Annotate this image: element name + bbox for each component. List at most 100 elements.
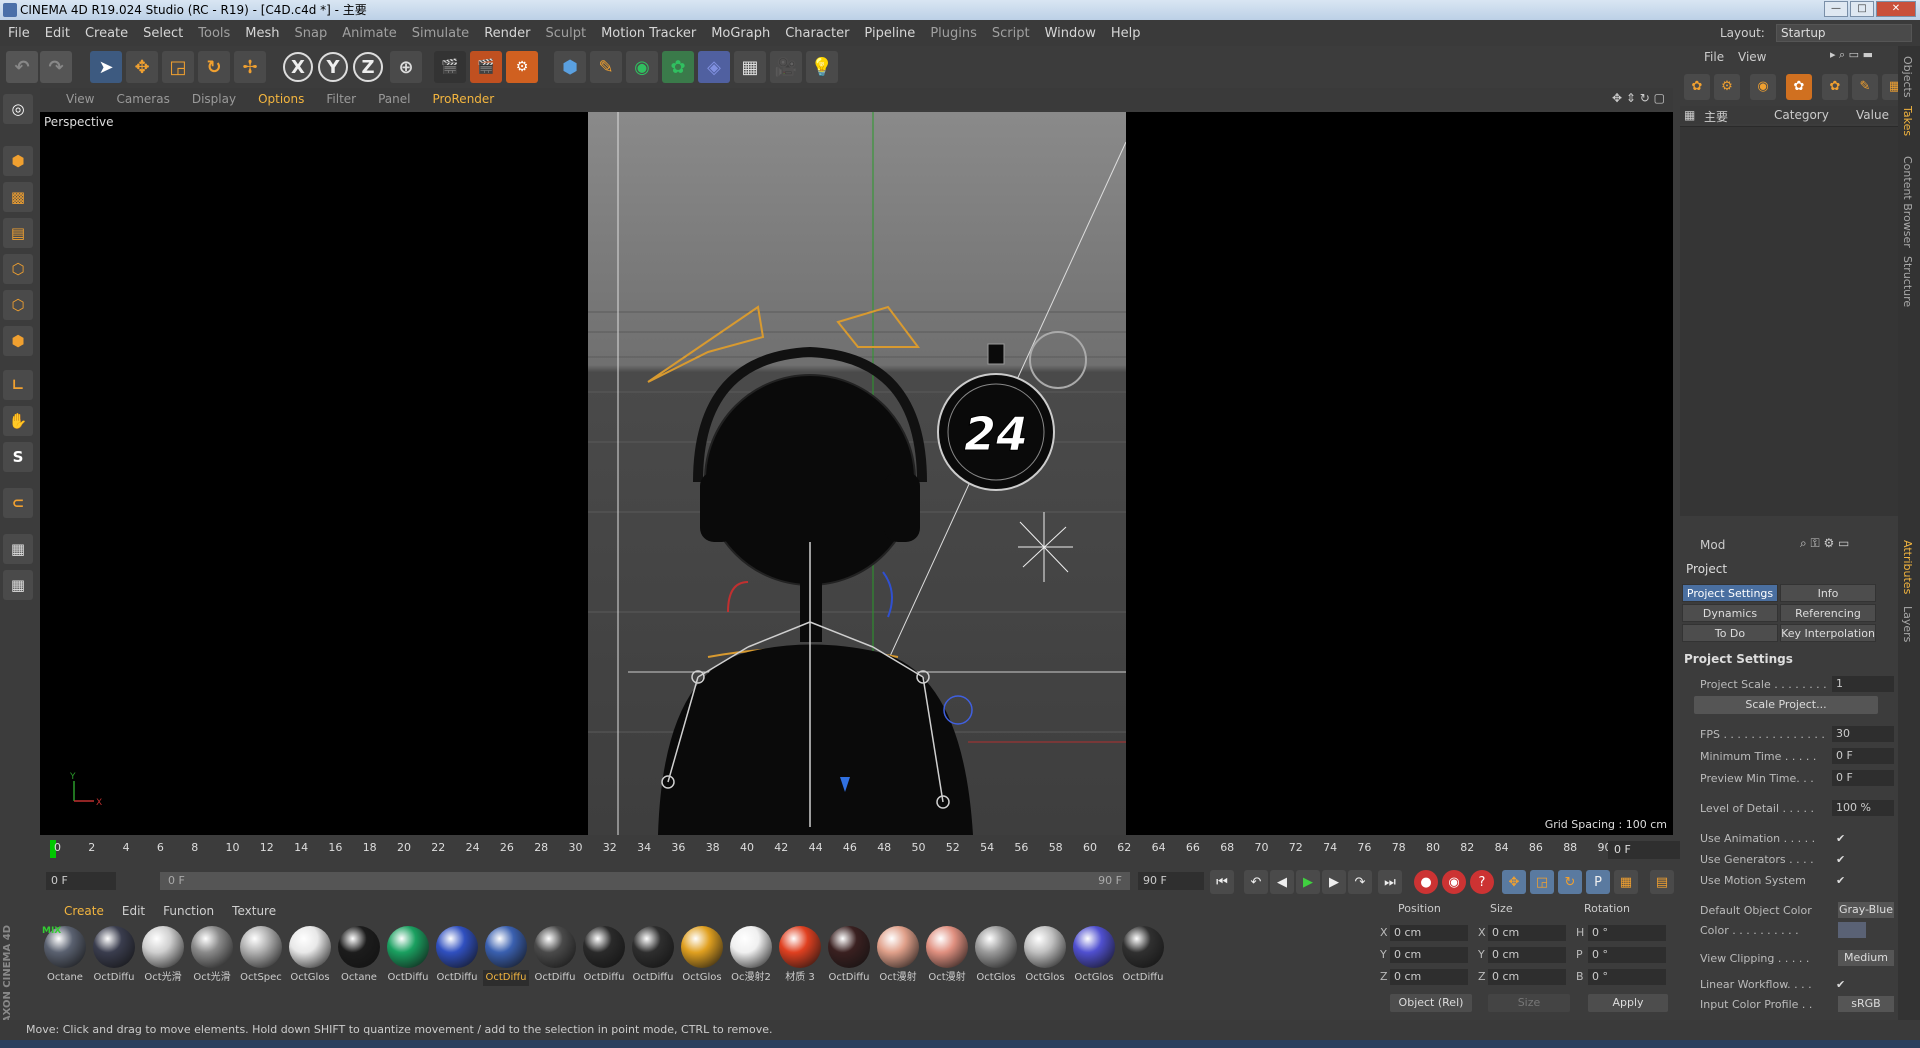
- rotate-icon[interactable]: ↻: [198, 51, 230, 83]
- material-swatch[interactable]: Oc漫射2: [728, 926, 774, 990]
- side-tab-layers[interactable]: Layers: [1901, 606, 1914, 642]
- scale-project-button[interactable]: Scale Project...: [1694, 696, 1878, 714]
- menu-pipeline[interactable]: Pipeline: [864, 26, 915, 41]
- menu-motion-tracker[interactable]: Motion Tracker: [601, 26, 696, 41]
- timeline-icon[interactable]: ▤: [1650, 870, 1674, 894]
- workplane-lock-icon[interactable]: ▦: [3, 534, 33, 564]
- material-swatch[interactable]: Octane MIX: [42, 926, 88, 990]
- z-axis-lock-icon[interactable]: Z: [353, 52, 383, 82]
- viewport-perspective[interactable]: 24 Perspective Y X Grid Spacing : 100 cm: [40, 112, 1673, 835]
- menu-help[interactable]: Help: [1111, 26, 1141, 41]
- magnet-icon[interactable]: ⊂: [3, 488, 33, 518]
- object-list[interactable]: [1680, 126, 1898, 516]
- obj-col-category[interactable]: Category: [1774, 108, 1829, 122]
- select-cursor-icon[interactable]: ➤: [90, 51, 122, 83]
- obj-toolbar-icons[interactable]: ▸ ⌕ ▭ ▬: [1830, 48, 1873, 62]
- snap-icon[interactable]: S: [3, 442, 33, 472]
- tab-todo[interactable]: To Do: [1682, 624, 1778, 642]
- y-axis-lock-icon[interactable]: Y: [318, 52, 348, 82]
- side-tab-structure[interactable]: Structure: [1901, 256, 1914, 307]
- transform-icon[interactable]: ✢: [234, 51, 266, 83]
- coord-size-mode-dropdown[interactable]: Size: [1488, 994, 1570, 1012]
- menu-select[interactable]: Select: [143, 26, 183, 41]
- project-scale-field[interactable]: 1: [1832, 676, 1894, 692]
- vp-menu-view[interactable]: View: [66, 92, 94, 106]
- material-swatch[interactable]: Oct漫射: [875, 926, 921, 990]
- workplane-icon[interactable]: ▤: [3, 218, 33, 248]
- vp-menu-filter[interactable]: Filter: [326, 92, 356, 106]
- points-mode-icon[interactable]: ⬡: [3, 254, 33, 284]
- tab-dynamics[interactable]: Dynamics: [1682, 604, 1778, 622]
- attr-mode-menu[interactable]: Mod: [1700, 538, 1725, 552]
- next-frame-icon[interactable]: ▶: [1322, 870, 1346, 894]
- level-of-detail-field[interactable]: 100 %: [1832, 800, 1894, 816]
- preview-min-time-field[interactable]: 0 F: [1832, 770, 1894, 786]
- coord-apply-button[interactable]: Apply: [1588, 994, 1668, 1012]
- obj-icon-4[interactable]: ✿: [1786, 74, 1812, 100]
- obj-icon-5[interactable]: ✿: [1822, 74, 1848, 100]
- obj-icon-2[interactable]: ⚙: [1714, 74, 1740, 100]
- material-swatch[interactable]: OctDiffu: [483, 926, 529, 990]
- color-swatch[interactable]: [1838, 922, 1866, 938]
- material-swatch[interactable]: Octane: [336, 926, 382, 990]
- tweak-mode-icon[interactable]: ✋: [3, 406, 33, 436]
- menu-file[interactable]: File: [8, 26, 30, 41]
- menu-mograph[interactable]: MoGraph: [711, 26, 770, 41]
- record-icon[interactable]: ●: [1414, 870, 1438, 894]
- light-icon[interactable]: 💡: [806, 51, 838, 83]
- autokey-icon[interactable]: ◉: [1442, 870, 1466, 894]
- menu-script[interactable]: Script: [992, 26, 1030, 41]
- default-object-color-dropdown[interactable]: Gray-Blue: [1838, 902, 1894, 918]
- prev-frame-icon[interactable]: ◀: [1270, 870, 1294, 894]
- obj-icon-3[interactable]: ◉: [1750, 74, 1776, 100]
- coord-size-y[interactable]: 0 cm: [1488, 947, 1566, 963]
- subdivision-icon[interactable]: ◉: [626, 51, 658, 83]
- make-editable-icon[interactable]: ◎: [3, 94, 33, 124]
- timeline-ruler[interactable]: 0 2 4 6 8 10 12 14 16 18 20 22 24 26 28 30 32 34 36 38 40 42 4…: [40, 838, 1640, 860]
- coord-rot-p[interactable]: 0 °: [1588, 947, 1666, 963]
- obj-menu-file[interactable]: File: [1704, 50, 1724, 64]
- material-swatch[interactable]: Oct光滑: [140, 926, 186, 990]
- key-scale-icon[interactable]: ◲: [1530, 870, 1554, 894]
- attr-toolbar-icons[interactable]: ⌕ ⚿ ⚙ ▭: [1800, 536, 1849, 551]
- mat-menu-create[interactable]: Create: [64, 904, 104, 918]
- obj-menu-view[interactable]: View: [1738, 50, 1766, 64]
- key-param-icon[interactable]: P: [1586, 870, 1610, 894]
- start-frame-field[interactable]: 0 F: [46, 872, 116, 890]
- end-frame-field[interactable]: 90 F: [1138, 872, 1204, 890]
- obj-icon-1[interactable]: ✿: [1684, 74, 1710, 100]
- side-tab-objects[interactable]: Objects: [1901, 56, 1914, 98]
- menu-plugins[interactable]: Plugins: [930, 26, 977, 41]
- material-swatch[interactable]: OctSpec: [238, 926, 284, 990]
- material-swatch[interactable]: OctDiffu: [826, 926, 872, 990]
- edges-mode-icon[interactable]: ⬡: [3, 290, 33, 320]
- deformer-icon[interactable]: ◈: [698, 51, 730, 83]
- mat-menu-edit[interactable]: Edit: [122, 904, 145, 918]
- model-mode-icon[interactable]: ⬢: [3, 146, 33, 176]
- prev-key-icon[interactable]: ↶: [1244, 870, 1268, 894]
- mat-menu-function[interactable]: Function: [163, 904, 214, 918]
- x-axis-lock-icon[interactable]: X: [283, 52, 313, 82]
- polygons-mode-icon[interactable]: ⬢: [3, 326, 33, 356]
- cube-icon[interactable]: ⬢: [554, 51, 586, 83]
- menu-mesh[interactable]: Mesh: [245, 26, 279, 41]
- pen-spline-icon[interactable]: ✎: [590, 51, 622, 83]
- grid-snap-icon[interactable]: ▦: [3, 570, 33, 600]
- keyframe-selection-icon[interactable]: ?: [1470, 870, 1494, 894]
- menu-sculpt[interactable]: Sculpt: [545, 26, 586, 41]
- key-rotation-icon[interactable]: ↻: [1558, 870, 1582, 894]
- material-swatch[interactable]: OctDiffu: [91, 926, 137, 990]
- side-tab-content-browser[interactable]: Content Browser: [1901, 156, 1914, 248]
- mat-menu-texture[interactable]: Texture: [232, 904, 276, 918]
- render-picture-viewer-icon[interactable]: 🎬: [470, 51, 502, 83]
- vp-menu-cameras[interactable]: Cameras: [116, 92, 169, 106]
- material-swatch[interactable]: OctDiffu: [630, 926, 676, 990]
- key-position-icon[interactable]: ✥: [1502, 870, 1526, 894]
- coord-size-x[interactable]: 0 cm: [1488, 925, 1566, 941]
- undo-icon[interactable]: ↶: [6, 51, 38, 83]
- tab-project-settings[interactable]: Project Settings: [1682, 584, 1778, 602]
- render-view-icon[interactable]: 🎬: [434, 51, 466, 83]
- goto-end-icon[interactable]: ⏭: [1378, 870, 1402, 894]
- side-tab-attributes[interactable]: Attributes: [1901, 540, 1914, 594]
- menu-simulate[interactable]: Simulate: [412, 26, 469, 41]
